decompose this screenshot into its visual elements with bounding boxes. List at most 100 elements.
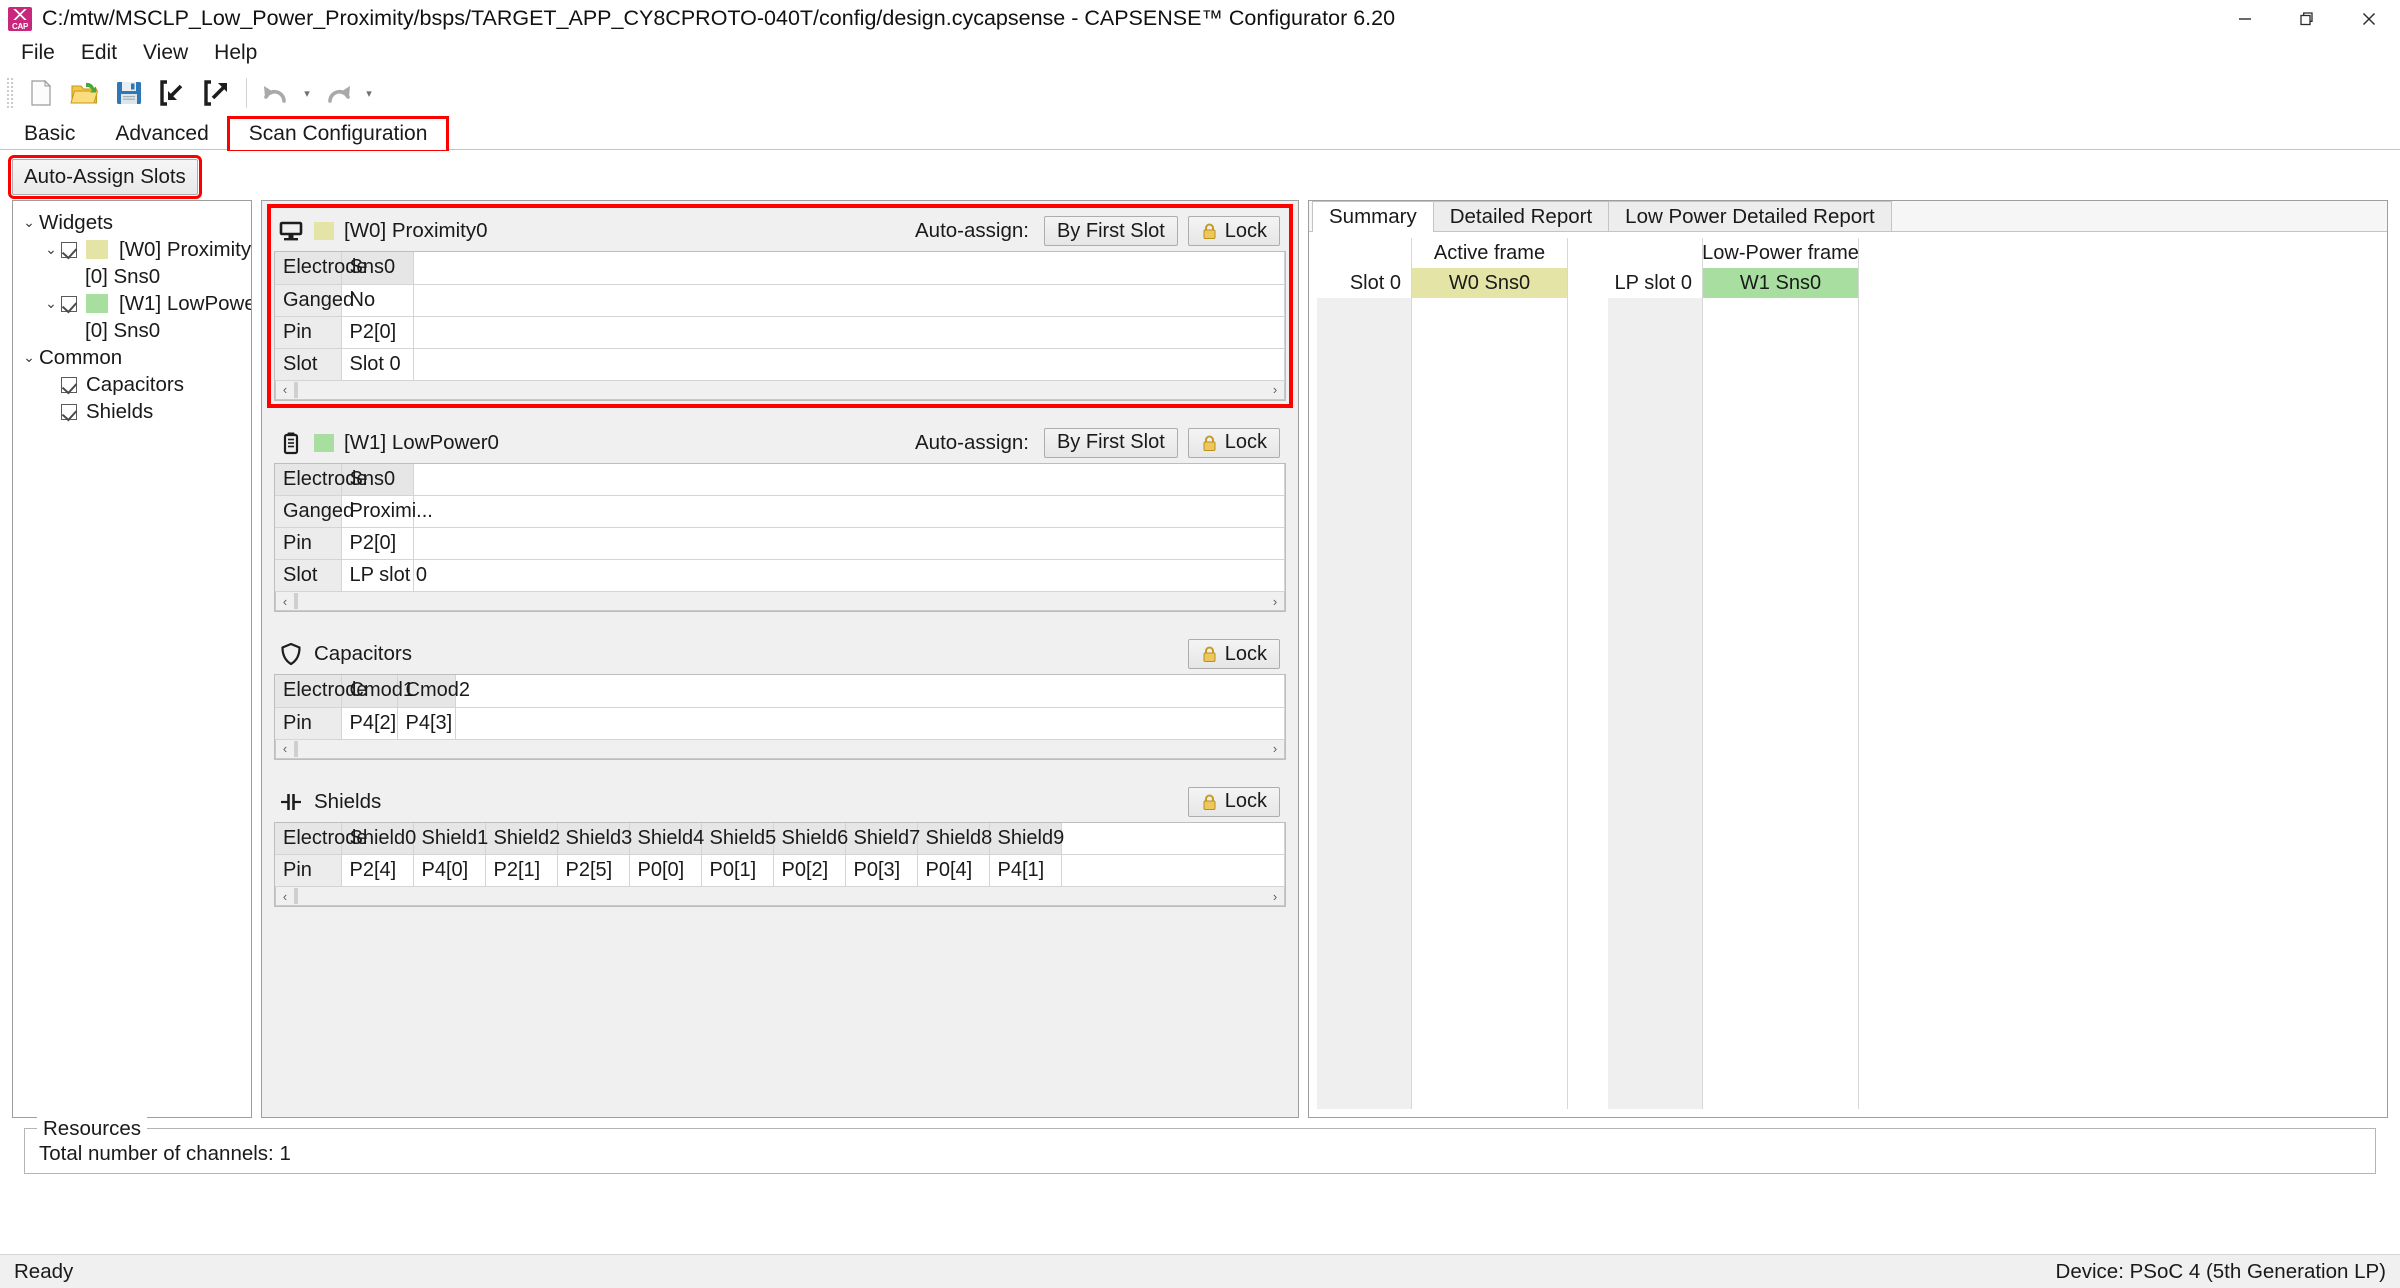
menu-help[interactable]: Help — [201, 38, 270, 68]
tree-item-capacitors[interactable]: Capacitors — [19, 371, 247, 398]
widget-tree-pane[interactable]: ⌄ Widgets ⌄ [W0] Proximity0 [0] Sns0 ⌄ [… — [12, 200, 252, 1118]
table-cell[interactable]: P0[2] — [773, 854, 846, 887]
table-cell[interactable]: Sns0 — [341, 463, 414, 496]
table-cell[interactable]: P2[0] — [341, 316, 414, 349]
undo-dropdown-caret[interactable]: ▾ — [299, 72, 315, 114]
table-cell[interactable]: P0[1] — [701, 854, 774, 887]
save-button[interactable] — [108, 72, 150, 114]
lock-button[interactable]: Lock — [1187, 639, 1280, 669]
export-button[interactable] — [196, 72, 238, 114]
table-cell[interactable]: P2[1] — [485, 854, 558, 887]
horizontal-scrollbar[interactable]: ‹ › — [275, 380, 1285, 400]
by-first-slot-button[interactable]: By First Slot — [1043, 427, 1178, 458]
tree-item-common[interactable]: ⌄ Common — [19, 344, 247, 371]
table-cell[interactable]: Shield1 — [413, 822, 488, 855]
menu-file[interactable]: File — [8, 38, 68, 68]
table-cell[interactable]: P4[3] — [397, 707, 456, 740]
tab-advanced[interactable]: Advanced — [95, 118, 229, 149]
table-cell[interactable]: Shield9 — [989, 822, 1064, 855]
table-cell[interactable]: Shield7 — [845, 822, 920, 855]
table-cell[interactable]: Shield5 — [701, 822, 776, 855]
tree-item-w1-lowpower0[interactable]: ⌄ [W1] LowPower0 — [19, 290, 251, 317]
chevron-down-icon[interactable]: ⌄ — [19, 214, 39, 231]
tab-scan-configuration[interactable]: Scan Configuration — [226, 116, 450, 151]
by-first-slot-button[interactable]: By First Slot — [1043, 216, 1178, 246]
tree-checkbox[interactable] — [61, 295, 77, 312]
open-file-button[interactable] — [64, 72, 106, 114]
table-cell[interactable]: Shield6 — [773, 822, 848, 855]
table-cell[interactable]: P2[5] — [557, 854, 630, 887]
scrollbar-thumb[interactable] — [294, 888, 298, 904]
scroll-left-icon[interactable]: ‹ — [276, 382, 294, 397]
table-cell[interactable]: P0[4] — [917, 854, 990, 887]
scrollbar-thumb[interactable] — [294, 593, 298, 609]
scan-config-scroll-pane[interactable]: [W0] Proximity0 Auto-assign: By First Sl… — [261, 200, 1299, 1118]
horizontal-scrollbar[interactable]: ‹ › — [275, 739, 1285, 759]
table-cell[interactable]: P2[4] — [341, 854, 414, 887]
table-cell[interactable]: Proximi... — [341, 495, 433, 528]
lock-button[interactable]: Lock — [1187, 216, 1280, 246]
redo-button[interactable] — [317, 72, 359, 114]
table-cell[interactable]: Shield4 — [629, 822, 704, 855]
tree-item-shields[interactable]: Shields — [19, 398, 247, 425]
frame-cell-w0-sns0[interactable]: W0 Sns0 — [1412, 268, 1567, 298]
chevron-down-icon[interactable]: ⌄ — [19, 349, 39, 366]
table-cell[interactable]: P4[2] — [341, 707, 398, 740]
table-cell[interactable]: P4[1] — [989, 854, 1062, 887]
table-cell[interactable]: Cmod2 — [397, 675, 470, 708]
tab-detailed-report[interactable]: Detailed Report — [1432, 201, 1610, 231]
table-cell[interactable]: P2[0] — [341, 527, 414, 560]
scroll-left-icon[interactable]: ‹ — [276, 741, 294, 756]
table-cell[interactable]: P0[3] — [845, 854, 918, 887]
table-cell[interactable]: Shield0 — [341, 822, 416, 855]
lock-button[interactable]: Lock — [1187, 427, 1280, 458]
table-cell[interactable]: Sns0 — [341, 252, 414, 285]
tree-checkbox[interactable] — [61, 376, 77, 393]
table-cell[interactable]: P4[0] — [413, 854, 486, 887]
scroll-left-icon[interactable]: ‹ — [276, 889, 294, 904]
table-cell[interactable]: Shield8 — [917, 822, 992, 855]
frame-cell-w1-sns0[interactable]: W1 Sns0 — [1703, 268, 1858, 298]
scroll-left-icon[interactable]: ‹ — [276, 594, 294, 609]
toolbar-grip[interactable] — [6, 77, 14, 109]
scroll-right-icon[interactable]: › — [1266, 594, 1284, 609]
menu-edit[interactable]: Edit — [68, 38, 130, 68]
undo-button[interactable] — [255, 72, 297, 114]
tab-basic[interactable]: Basic — [4, 118, 96, 149]
tree-checkbox[interactable] — [61, 403, 77, 420]
import-button[interactable] — [152, 72, 194, 114]
new-file-button[interactable] — [20, 72, 62, 114]
minimize-icon[interactable] — [2214, 0, 2276, 38]
scrollbar-thumb[interactable] — [294, 740, 298, 757]
tab-summary[interactable]: Summary — [1312, 201, 1434, 232]
scrollbar-thumb[interactable] — [294, 381, 298, 398]
auto-assign-slots-button[interactable]: Auto-Assign Slots — [8, 155, 202, 199]
chevron-down-icon[interactable]: ⌄ — [41, 295, 61, 312]
table-cell[interactable]: LP slot 0 — [341, 559, 427, 592]
table-cell[interactable]: No — [341, 284, 414, 317]
restore-icon[interactable] — [2276, 0, 2338, 38]
lock-button[interactable]: Lock — [1187, 786, 1280, 817]
tree-item-w0-sns0[interactable]: [0] Sns0 — [19, 263, 247, 290]
menu-view[interactable]: View — [130, 38, 201, 68]
horizontal-scrollbar[interactable]: ‹ › — [275, 592, 1285, 611]
tree-checkbox[interactable] — [61, 241, 77, 258]
table-cell[interactable]: Cmod1 — [341, 675, 414, 708]
chevron-down-icon[interactable]: ⌄ — [41, 241, 61, 258]
horizontal-scrollbar[interactable]: ‹ › — [275, 887, 1285, 906]
table-cell[interactable]: Shield2 — [485, 822, 560, 855]
table-cell[interactable]: Shield3 — [557, 822, 632, 855]
scroll-right-icon[interactable]: › — [1266, 889, 1284, 904]
tree-item-w1-sns0[interactable]: [0] Sns0 — [19, 317, 247, 344]
table-cell[interactable]: P0[0] — [629, 854, 702, 887]
redo-dropdown-caret[interactable]: ▾ — [361, 72, 377, 114]
table-cell[interactable]: Slot 0 — [341, 348, 414, 381]
scroll-right-icon[interactable]: › — [1266, 382, 1284, 397]
scroll-right-icon[interactable]: › — [1266, 741, 1284, 756]
row-header: Pin — [275, 707, 342, 740]
close-icon[interactable] — [2338, 0, 2400, 38]
tab-low-power-detailed-report[interactable]: Low Power Detailed Report — [1608, 201, 1892, 231]
table-filler — [413, 495, 1285, 528]
tree-item-widgets[interactable]: ⌄ Widgets — [19, 209, 247, 236]
tree-item-w0-proximity0[interactable]: ⌄ [W0] Proximity0 — [19, 236, 251, 263]
